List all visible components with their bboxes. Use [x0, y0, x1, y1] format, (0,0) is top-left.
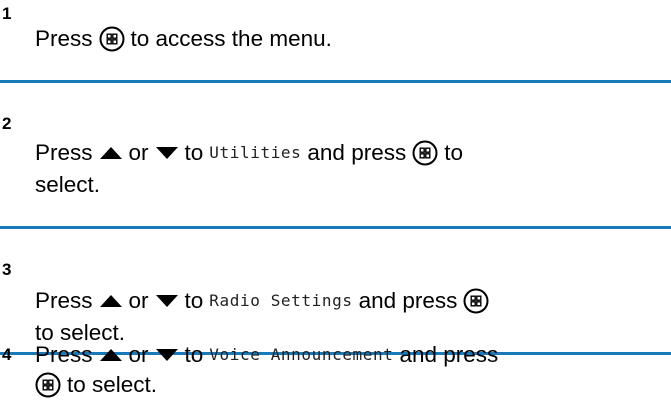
step-2-menu-item: Utilities [209, 143, 302, 162]
menu-ok-button-icon [35, 372, 61, 398]
step-4-line-2: to select. [35, 370, 157, 400]
step-separator-1 [0, 80, 671, 83]
step-3-to-text: to [184, 288, 204, 313]
step-2-line-2-text: select. [35, 172, 101, 197]
step-1-press-text: Press [35, 26, 93, 51]
step-number-4: 4 [2, 345, 12, 364]
step-2-press-text: Press [35, 140, 93, 165]
step-number-1: 1 [2, 4, 12, 23]
step-separator-2 [0, 226, 671, 229]
up-arrow-icon [99, 349, 122, 361]
step-3-or-text: or [128, 288, 149, 313]
step-4-and-press-text: and press [399, 342, 499, 367]
step-2-line-2: select. [35, 170, 100, 200]
step-4-or-text: or [128, 342, 149, 367]
step-1-line: Press to access the menu. [35, 24, 332, 54]
step-4-press-text: Press [35, 342, 93, 367]
step-4-line-2-text: to select. [67, 372, 158, 397]
up-arrow-icon [99, 295, 122, 307]
step-3-and-press-text: and press [358, 288, 458, 313]
menu-ok-button-icon [99, 26, 125, 52]
up-arrow-icon [99, 147, 122, 159]
step-4-to-text: to [184, 342, 204, 367]
step-4-menu-item: Voice Announcement [209, 345, 394, 364]
step-number-3: 3 [2, 260, 12, 279]
step-number-2: 2 [2, 114, 12, 133]
step-2-or-text: or [128, 140, 149, 165]
step-2-to-end-text: to [444, 140, 463, 165]
down-arrow-icon [155, 349, 178, 361]
step-2-to-text: to [184, 140, 204, 165]
step-3-press-text: Press [35, 288, 93, 313]
step-3-menu-item: Radio Settings [209, 291, 353, 310]
step-4-line-1: Press or to Voice Announcement and press [35, 340, 498, 370]
step-2-and-press-text: and press [307, 140, 407, 165]
menu-ok-button-icon [412, 140, 438, 166]
step-3-line-1: Press or to Radio Settings and press [35, 286, 489, 316]
down-arrow-icon [155, 147, 178, 159]
step-2-line-1: Press or to Utilities and press to [35, 138, 463, 168]
menu-ok-button-icon [463, 288, 489, 314]
step-1-tail-text: to access the menu. [130, 26, 332, 51]
down-arrow-icon [155, 295, 178, 307]
